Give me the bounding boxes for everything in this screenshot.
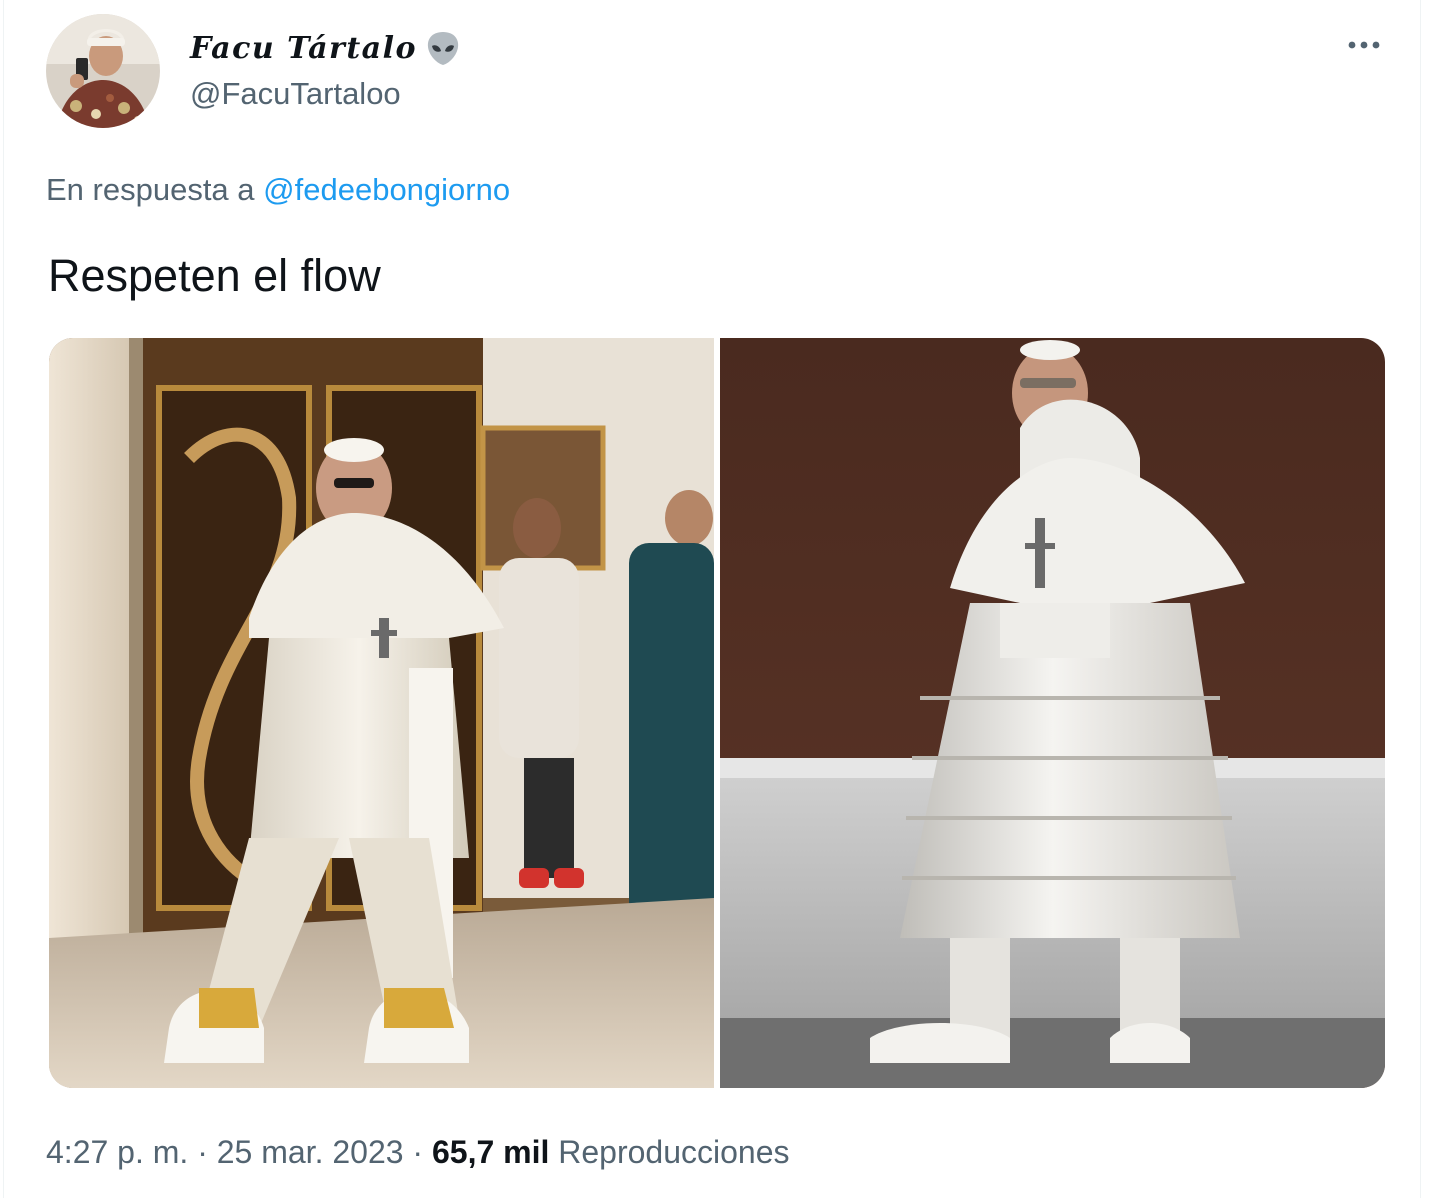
media-photo-2[interactable]: [720, 338, 1385, 1088]
views-label: Reproducciones: [558, 1134, 790, 1170]
views-count: 65,7 mil: [431, 1134, 550, 1170]
reply-mention-link[interactable]: @fedeebongiorno: [263, 172, 510, 207]
tweet-date[interactable]: 25 mar. 2023: [217, 1134, 404, 1170]
media-photo-1[interactable]: [49, 338, 714, 1088]
meta-separator: ·: [197, 1134, 208, 1170]
tweet-meta: 4:27 p. m. · 25 mar. 2023 · 65,7 mil Rep…: [46, 1134, 790, 1171]
author-name-text: Facu Tártalo: [190, 30, 418, 66]
author-display-name[interactable]: Facu Tártalo: [190, 28, 463, 68]
photo-pope-sneakers: [49, 338, 714, 1088]
media-grid: [49, 338, 1385, 1088]
photo-pope-puffer-coat: [720, 338, 1385, 1088]
alien-icon: [423, 28, 463, 68]
reply-to-line: En respuesta a @fedeebongiorno: [46, 172, 510, 208]
tweet-time[interactable]: 4:27 p. m.: [46, 1134, 188, 1170]
tweet-text: Respeten el flow: [48, 250, 381, 301]
tweet-card: Facu Tártalo @FacuTartaloo En respuesta …: [3, 0, 1421, 1198]
reply-prefix: En respuesta a: [46, 172, 255, 207]
avatar[interactable]: [46, 14, 160, 128]
more-options-icon[interactable]: [1340, 30, 1388, 60]
author-handle[interactable]: @FacuTartaloo: [190, 76, 401, 112]
meta-separator-2: ·: [412, 1134, 424, 1170]
